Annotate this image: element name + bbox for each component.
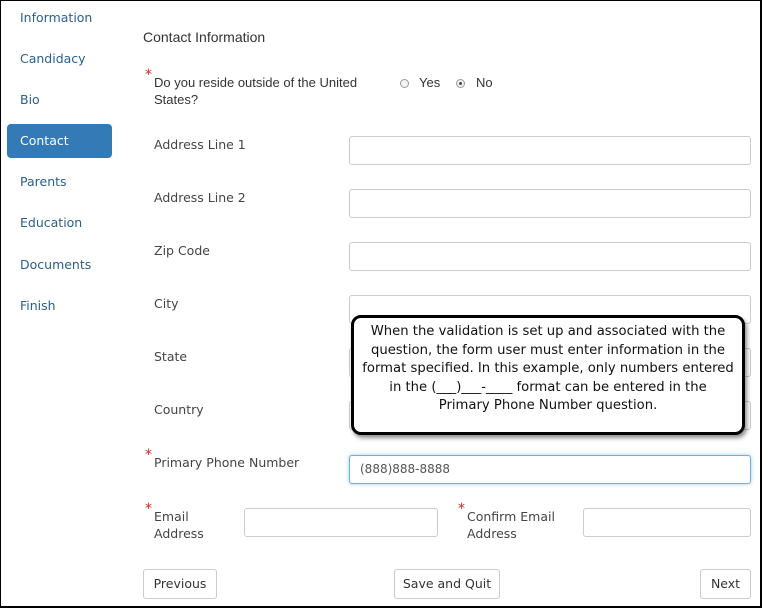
email-input[interactable] bbox=[244, 508, 438, 537]
reside-question-line2: States? bbox=[154, 92, 199, 107]
address2-label: Address Line 2 bbox=[154, 190, 246, 205]
previous-button[interactable]: Previous bbox=[143, 569, 217, 599]
radio-no[interactable] bbox=[456, 79, 465, 88]
next-button[interactable]: Next bbox=[700, 569, 751, 599]
address1-input[interactable] bbox=[349, 136, 751, 165]
address1-label: Address Line 1 bbox=[154, 137, 246, 152]
section-title: Contact Information bbox=[143, 29, 266, 45]
reside-question-label: Do you reside outside of the United Stat… bbox=[154, 74, 357, 108]
sidebar-item-education[interactable]: Education bbox=[7, 206, 112, 240]
confirm-email-label-line1: Confirm Email bbox=[467, 509, 555, 524]
sidebar-item-documents[interactable]: Documents bbox=[7, 248, 112, 282]
email-label: Email Address bbox=[154, 508, 204, 542]
reside-question-line1: Do you reside outside of the United bbox=[154, 75, 358, 90]
sidebar-item-finish[interactable]: Finish bbox=[7, 289, 112, 323]
country-label: Country bbox=[154, 402, 204, 417]
required-marker: * bbox=[145, 67, 152, 83]
radio-yes-label[interactable]: Yes bbox=[419, 75, 440, 90]
confirm-email-input[interactable] bbox=[583, 508, 751, 537]
confirm-email-label-line2: Address bbox=[467, 526, 517, 541]
radio-no-label[interactable]: No bbox=[476, 75, 493, 90]
radio-yes[interactable] bbox=[400, 79, 409, 88]
save-and-quit-button[interactable]: Save and Quit bbox=[394, 569, 500, 599]
phone-label: Primary Phone Number bbox=[154, 455, 300, 470]
sidebar-item-information[interactable]: Information bbox=[7, 1, 112, 35]
email-label-line1: Email bbox=[154, 509, 189, 524]
required-marker: * bbox=[145, 447, 152, 463]
state-label: State bbox=[154, 349, 188, 364]
sidebar-item-candidacy[interactable]: Candidacy bbox=[7, 42, 112, 76]
phone-input[interactable]: (888)888-8888 bbox=[349, 455, 751, 484]
address2-input[interactable] bbox=[349, 189, 751, 218]
confirm-email-label: Confirm Email Address bbox=[467, 508, 555, 542]
required-marker: * bbox=[145, 501, 152, 517]
sidebar-item-bio[interactable]: Bio bbox=[7, 83, 112, 117]
zip-input[interactable] bbox=[349, 242, 751, 271]
sidebar-item-contact[interactable]: Contact bbox=[7, 124, 112, 158]
sidebar-item-parents[interactable]: Parents bbox=[7, 165, 112, 199]
zip-label: Zip Code bbox=[154, 243, 210, 258]
validation-callout: When the validation is set up and associ… bbox=[351, 315, 745, 435]
email-label-line2: Address bbox=[154, 526, 204, 541]
required-marker: * bbox=[458, 501, 465, 517]
city-label: City bbox=[154, 296, 179, 311]
